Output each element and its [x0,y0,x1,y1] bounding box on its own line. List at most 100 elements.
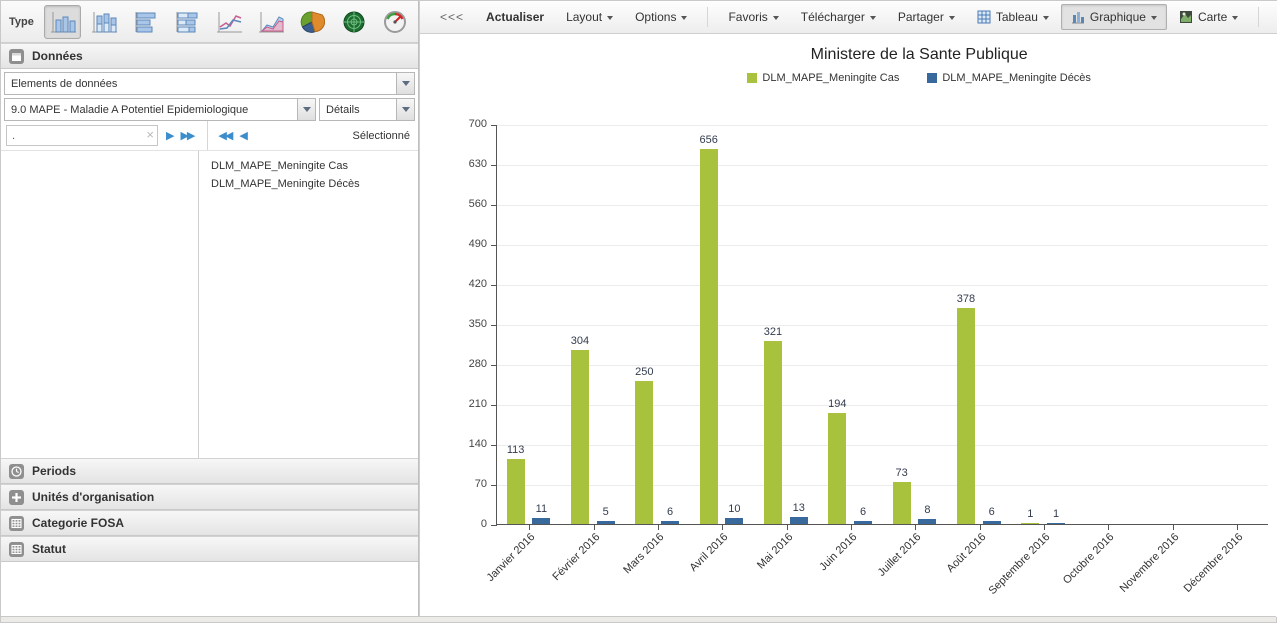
select-item-right-icon[interactable]: ▶ [166,129,172,142]
share-menu[interactable]: Partager [888,4,965,30]
group-select-row: 9.0 MAPE - Maladie A Potentiel Epidemiol… [1,95,418,121]
bar-deces[interactable] [597,521,615,524]
gauge-chart-icon[interactable] [376,5,414,39]
bar-deces[interactable] [790,517,808,524]
item-filter-row: × ▶ ▶▶ ◀◀ ◀ Sélectionné [1,121,418,150]
legend-swatch-icon [747,73,757,83]
chevron-down-icon[interactable] [297,99,315,120]
radar-chart-icon[interactable] [335,5,373,39]
legend-swatch-icon [927,73,937,83]
layout-menu[interactable]: Layout [556,4,623,30]
dimension-select[interactable]: Elements de données [4,72,415,95]
table-view-button[interactable]: Tableau [967,4,1059,30]
accordion-title-statut: Statut [32,542,66,556]
y-axis-tick-label: 420 [445,278,487,290]
stacked-bar-chart-icon[interactable] [169,5,207,39]
remove-all-left-icon[interactable]: ◀◀ [218,129,231,142]
column-chart-icon[interactable] [44,5,82,39]
chevron-down-icon[interactable] [396,73,414,94]
list-item[interactable]: DLM_MAPE_Meningite Décès [199,175,418,193]
bar-deces[interactable] [918,519,936,524]
accordion-header-statut[interactable]: Statut [1,536,418,562]
x-axis-tick [722,524,723,530]
legend-label: DLM_MAPE_Meningite Cas [762,72,899,84]
list-item[interactable]: DLM_MAPE_Meningite Cas [199,157,418,175]
favorites-menu[interactable]: Favoris [718,4,788,30]
layout-menu-label: Layout [566,10,602,24]
x-axis-tick [529,524,530,530]
accordion-title-categorie-fosa: Categorie FOSA [32,516,124,530]
gridline [497,205,1268,206]
bar-cas[interactable] [764,341,782,524]
bar-value-label: 73 [882,467,922,479]
dimension-select-row: Elements de données [1,69,418,95]
clear-filter-icon[interactable]: × [146,127,154,142]
y-axis-tick [491,205,497,206]
x-axis-tick [1108,524,1109,530]
pie-chart-icon[interactable] [293,5,331,39]
accordion-header-orgunits[interactable]: Unités d'organisation [1,484,418,510]
about-menu[interactable]: A propos [1269,4,1277,30]
chart-view-button[interactable]: Graphique [1061,4,1167,30]
select-all-right-icon[interactable]: ▶▶ [180,129,193,142]
map-view-button[interactable]: Carte [1169,4,1248,30]
y-axis-tick [491,405,497,406]
y-axis-tick [491,325,497,326]
toolbar-divider [1258,7,1259,27]
area-chart-icon[interactable] [252,5,290,39]
clock-icon [9,464,24,479]
left-panel-filler [1,562,418,617]
accordion-header-categorie-fosa[interactable]: Categorie FOSA [1,510,418,536]
gridline [497,245,1268,246]
bar-cas[interactable] [957,308,975,524]
bar-cas[interactable] [893,482,911,524]
update-button[interactable]: Actualiser [476,4,554,30]
bar-value-label: 321 [753,326,793,338]
y-axis-tick-label: 490 [445,238,487,250]
bar-deces[interactable] [725,518,743,524]
data-element-group-select[interactable]: 9.0 MAPE - Maladie A Potentiel Epidemiol… [4,98,316,121]
y-axis-tick-label: 0 [445,518,487,530]
accordion-title-donnees: Données [32,49,83,63]
gridline [497,285,1268,286]
remove-item-left-icon[interactable]: ◀ [239,129,245,142]
download-menu[interactable]: Télécharger [791,4,886,30]
bar-deces[interactable] [854,521,872,524]
accordion-header-donnees[interactable]: Données [1,43,418,69]
x-axis-tick [787,524,788,530]
chart-legend: DLM_MAPE_Meningite CasDLM_MAPE_Meningite… [420,72,1277,84]
line-chart-icon[interactable] [210,5,248,39]
favorites-menu-label: Favoris [728,10,767,24]
caret-down-icon [949,16,955,20]
x-axis-tick [851,524,852,530]
y-axis-tick [491,365,497,366]
bar-cas[interactable] [1021,523,1039,524]
bar-value-label: 194 [817,398,857,410]
options-menu[interactable]: Options [625,4,697,30]
bar-cas[interactable] [635,381,653,524]
stacked-column-chart-icon[interactable] [85,5,123,39]
bar-deces[interactable] [532,518,550,524]
bar-value-label: 378 [946,293,986,305]
bar-chart-icon[interactable] [127,5,165,39]
table-icon [977,10,991,24]
y-axis-tick [491,285,497,286]
collapse-sidebar-button[interactable]: <<< [430,4,474,30]
x-axis-tick [1173,524,1174,530]
type-label: Type [9,16,34,28]
bar-deces[interactable] [983,521,1001,524]
bar-deces[interactable] [661,521,679,524]
details-select[interactable]: Détails [319,98,415,121]
application-window: Type [0,0,1277,623]
bar-cas[interactable] [700,149,718,524]
chevron-down-icon[interactable] [396,99,414,120]
accordion-header-periods[interactable]: Periods [1,458,418,484]
bar-cas[interactable] [571,350,589,524]
bar-deces[interactable] [1047,523,1065,524]
plot-area: 070140210280350420490560630700Janvier 20… [496,125,1268,525]
selected-label: Sélectionné [353,130,411,142]
filter-input[interactable] [6,125,158,146]
available-items-list[interactable] [1,151,199,458]
bar-value-label: 5 [586,506,626,518]
x-axis-tick [980,524,981,530]
